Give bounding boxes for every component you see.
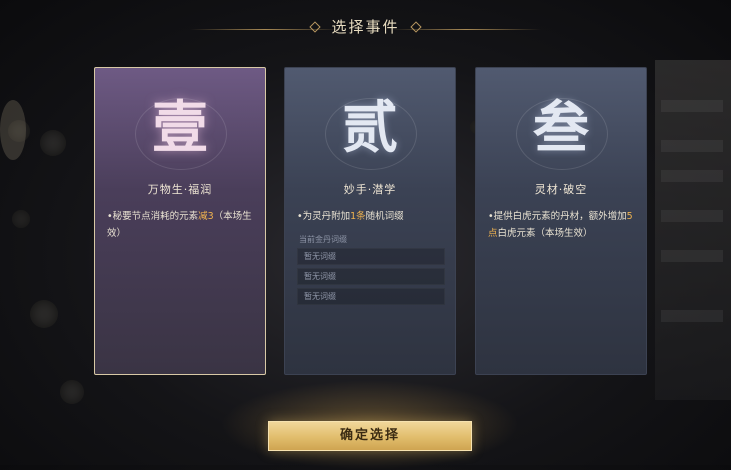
card-emblem: 叁 [476, 78, 646, 178]
background-orb [60, 380, 84, 404]
cloud-swirl-icon [325, 98, 417, 170]
diamond-ornament-icon [410, 20, 422, 33]
event-card-2[interactable]: 贰 妙手·潜学 •为灵丹附加1条随机词缀 当前金丹词缀 暂无词缀 暂无词缀 暂无… [284, 67, 456, 375]
cloud-swirl-icon [135, 98, 227, 170]
event-card-3[interactable]: 叁 灵材·破空 •提供白虎元素的丹材，额外增加5点白虎元素（本场生效） [475, 67, 647, 375]
side-panel-item [661, 100, 723, 112]
diamond-ornament-icon [309, 20, 321, 33]
affix-slot: 暂无词缀 [297, 288, 445, 305]
desc-text: •秘要节点消耗的元素 [107, 211, 199, 222]
desc-text: •为灵丹附加 [297, 211, 351, 222]
cloud-swirl-icon [516, 98, 608, 170]
desc-text-suffix: 随机词缀 [365, 211, 404, 222]
card-emblem: 壹 [95, 78, 265, 178]
card-description: •为灵丹附加1条随机词缀 [297, 208, 447, 225]
side-panel-item [661, 210, 723, 222]
card-description: •提供白虎元素的丹材，额外增加5点白虎元素（本场生效） [488, 208, 638, 242]
confirm-button[interactable]: 确定选择 [268, 421, 472, 451]
card-emblem: 贰 [285, 78, 455, 178]
dialog-title-label: 选择事件 [331, 18, 400, 36]
card-title: 灵材·破空 [534, 183, 588, 196]
affix-slot: 暂无词缀 [297, 248, 445, 265]
card-description: •秘要节点消耗的元素减3（本场生效） [107, 208, 257, 242]
right-side-panel [655, 60, 731, 400]
current-affix-label: 当前金丹词缀 [299, 235, 347, 244]
desc-text: •提供白虎元素的丹材，额外增加 [488, 211, 627, 222]
dialog-title: 选择事件 [289, 12, 443, 41]
event-card-1[interactable]: 壹 万物生·福润 •秘要节点消耗的元素减3（本场生效） [94, 67, 266, 375]
card-title: 万物生·福润 [147, 183, 213, 196]
side-panel-item [661, 170, 723, 182]
desc-highlight: 1条 [350, 211, 366, 222]
left-side-ornament [0, 100, 26, 160]
dialog-title-bar: 选择事件 [0, 12, 731, 42]
side-panel-item [661, 250, 723, 262]
affix-slot: 暂无词缀 [297, 268, 445, 285]
background-orb [40, 130, 66, 156]
desc-highlight: 减3 [198, 211, 214, 222]
background-orb [12, 210, 30, 228]
desc-text-suffix: 白虎元素（本场生效） [497, 228, 593, 239]
side-panel-item [661, 310, 723, 322]
background-orb [30, 300, 58, 328]
card-title: 妙手·潜学 [343, 183, 397, 196]
side-panel-item [661, 140, 723, 152]
